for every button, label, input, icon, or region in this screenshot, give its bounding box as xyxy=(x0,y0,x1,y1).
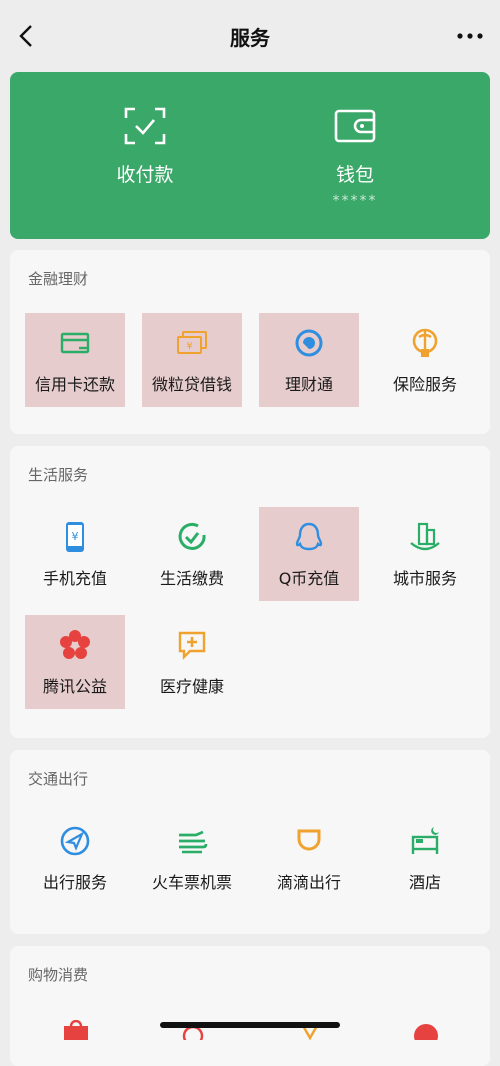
tile-label: Q币充值 xyxy=(278,569,340,588)
section-shopping: 购物消费 xyxy=(10,946,490,1066)
svg-text:¥: ¥ xyxy=(186,341,192,352)
city-icon xyxy=(410,522,440,551)
tile-medical-health[interactable]: 医疗健康 xyxy=(142,615,242,709)
section-title: 生活服务 xyxy=(28,466,89,484)
tile-travel-services[interactable]: 出行服务 xyxy=(25,811,125,905)
shopping-bag-icon xyxy=(64,1020,88,1040)
tile-label: 生活缴费 xyxy=(159,569,224,588)
svg-text:¥: ¥ xyxy=(72,530,79,543)
hotel-icon xyxy=(411,827,439,854)
tile-didi[interactable]: 滴滴出行 xyxy=(259,811,359,905)
tile-label: 手机充值 xyxy=(42,569,107,588)
tile-tencent-charity[interactable]: 腾讯公益 xyxy=(25,615,125,709)
tile-label: 出行服务 xyxy=(42,873,107,892)
tile-utility-bills[interactable]: 生活缴费 xyxy=(142,507,242,601)
wallet-button[interactable]: 钱包 ***** xyxy=(275,106,435,209)
wallet-label: 钱包 xyxy=(335,164,374,186)
phone-icon: ¥ xyxy=(66,522,84,552)
bill-icon xyxy=(178,522,206,550)
section-title: 交通出行 xyxy=(28,770,89,788)
top-bar: 服务 xyxy=(0,0,500,72)
charity-icon xyxy=(60,630,90,659)
tile-label: 滴滴出行 xyxy=(276,873,341,892)
tile-qcoin[interactable]: Q币充值 xyxy=(259,507,359,601)
tile-label: 理财通 xyxy=(284,375,333,394)
section-title: 金融理财 xyxy=(28,270,89,288)
tile-phone-topup[interactable]: ¥ 手机充值 xyxy=(25,507,125,601)
pay-label: 收付款 xyxy=(116,164,174,186)
umbrella-icon xyxy=(412,328,438,357)
tile-train-flight[interactable]: 火车票机票 xyxy=(142,811,242,905)
tile-insurance[interactable]: 保险服务 xyxy=(375,313,475,407)
wallet-icon xyxy=(334,109,376,143)
tile-weilidai[interactable]: ¥ 微粒贷借钱 xyxy=(142,313,242,407)
pay-button[interactable]: 收付款 xyxy=(65,106,225,187)
cash-icon: ¥ xyxy=(177,331,207,354)
tile-label: 酒店 xyxy=(408,873,441,892)
wallet-card: 收付款 钱包 ***** xyxy=(10,72,490,239)
section-finance: 金融理财 信用卡还款 ¥ 微粒贷借钱 理财通 保险服务 xyxy=(10,250,490,434)
medical-icon xyxy=(178,631,206,660)
tile-hotel[interactable]: 酒店 xyxy=(375,811,475,905)
tile-label: 城市服务 xyxy=(392,569,457,588)
more-icon[interactable] xyxy=(456,28,484,44)
tile-licaitong[interactable]: 理财通 xyxy=(259,313,359,407)
tile-label: 信用卡还款 xyxy=(34,375,115,394)
tile-label: 保险服务 xyxy=(392,375,457,394)
tile-credit-card-repay[interactable]: 信用卡还款 xyxy=(25,313,125,407)
section-transport: 交通出行 出行服务 火车票机票 滴滴出行 酒店 xyxy=(10,750,490,934)
scan-pay-icon xyxy=(124,107,166,145)
tile-label: 腾讯公益 xyxy=(42,677,107,696)
tile-label: 火车票机票 xyxy=(151,873,232,892)
section-life: 生活服务 ¥ 手机充值 生活缴费 Q币充值 城市服务 腾讯公益 医疗健康 xyxy=(10,446,490,738)
didi-icon xyxy=(297,829,321,851)
tile-label: 微粒贷借钱 xyxy=(151,375,232,394)
food-icon xyxy=(414,1024,438,1040)
train-icon xyxy=(179,830,208,854)
tile-city-services[interactable]: 城市服务 xyxy=(375,507,475,601)
page-title: 服务 xyxy=(230,26,270,50)
credit-card-icon xyxy=(60,332,90,354)
section-title: 购物消费 xyxy=(28,966,89,984)
tile-label: 医疗健康 xyxy=(159,677,224,696)
wealth-icon xyxy=(295,329,323,357)
wallet-balance-masked: ***** xyxy=(332,193,378,209)
navigation-icon xyxy=(60,826,90,856)
home-indicator xyxy=(160,1022,340,1028)
qq-icon xyxy=(295,522,323,551)
